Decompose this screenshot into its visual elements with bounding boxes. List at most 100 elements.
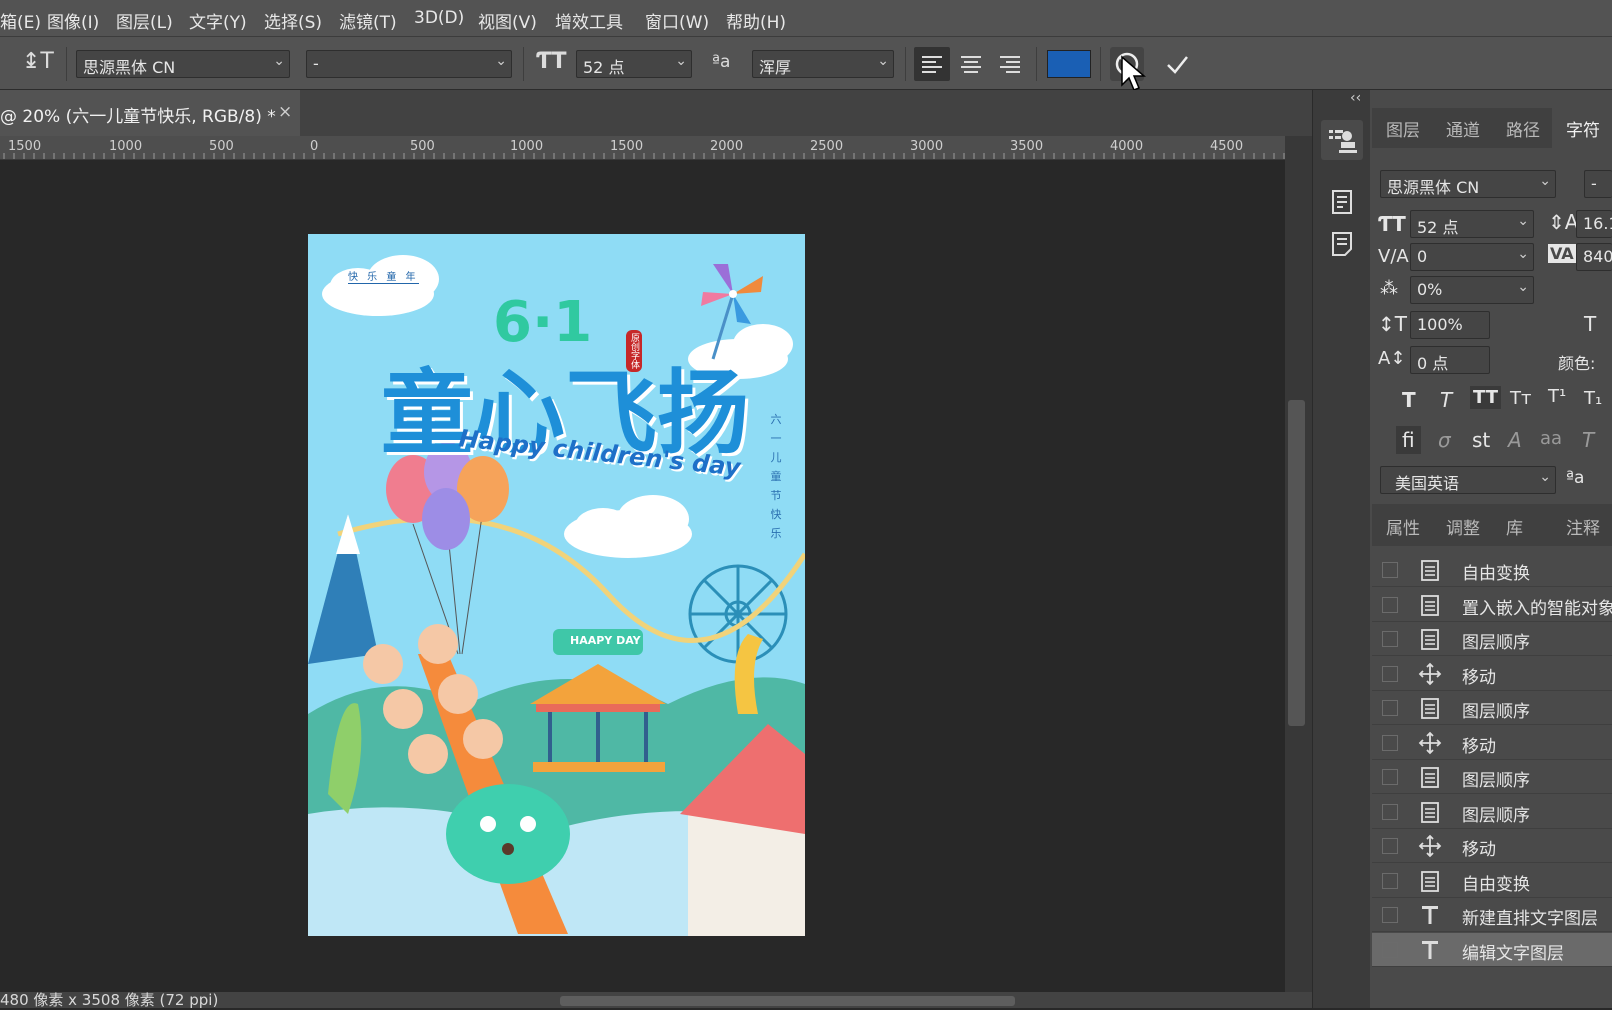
tool-presets-button[interactable] xyxy=(1321,120,1363,160)
tab-character[interactable]: 字符 xyxy=(1552,108,1612,148)
vertical-type-tool-icon[interactable]: ↨T xyxy=(22,49,54,74)
font-family-dropdown[interactable]: 思源黑体 CN ⌄ xyxy=(76,50,290,78)
char-size-dropdown[interactable]: 52 点 ⌄ xyxy=(1410,210,1534,238)
char-kerning-dropdown[interactable]: 0 ⌄ xyxy=(1410,243,1534,271)
history-snapshot-checkbox[interactable] xyxy=(1382,700,1398,716)
tab-notes[interactable]: 注释 xyxy=(1566,514,1600,539)
antialias-dropdown[interactable]: 浑厚 ⌄ xyxy=(752,50,894,78)
ruler-label: 4000 xyxy=(1110,139,1144,154)
char-leading-field[interactable]: 16.1 xyxy=(1576,210,1612,238)
history-row[interactable]: 移动 xyxy=(1372,656,1612,691)
font-style-dropdown[interactable]: - ⌄ xyxy=(306,50,512,78)
history-row[interactable]: 图层顺序 xyxy=(1372,622,1612,656)
ligatures-icon[interactable]: ﬁ xyxy=(1396,426,1421,454)
discretionary-ligatures-icon[interactable]: st xyxy=(1472,428,1490,452)
history-snapshot-checkbox[interactable] xyxy=(1382,838,1398,854)
history-row[interactable]: 图层顺序 xyxy=(1372,691,1612,725)
document-tab[interactable]: @ 20% (六一儿童节快乐, RGB/8) * × xyxy=(0,90,300,136)
language-dropdown[interactable]: 美国英语 ⌄ xyxy=(1380,466,1556,494)
menu-type[interactable]: 文字(Y) xyxy=(189,8,247,33)
faux-italic-icon[interactable]: T xyxy=(1440,388,1452,412)
history-row[interactable]: 图层顺序 xyxy=(1372,794,1612,829)
font-size-icon: ƬT xyxy=(1378,212,1406,236)
char-vscale-field[interactable]: 100% xyxy=(1410,311,1490,339)
history-row[interactable]: 自由变换 xyxy=(1372,553,1612,587)
commit-edit-button[interactable] xyxy=(1160,47,1194,81)
font-size-dropdown[interactable]: 52 点 ⌄ xyxy=(576,50,692,78)
char-vscale-value: 100% xyxy=(1417,315,1463,334)
char-font-style-dropdown[interactable]: - xyxy=(1584,170,1612,198)
close-icon[interactable]: × xyxy=(278,102,292,122)
char-tsume-dropdown[interactable]: 0% ⌄ xyxy=(1410,276,1534,304)
titling-icon[interactable]: T xyxy=(1582,428,1594,452)
stylistic-alternates-icon[interactable]: aa xyxy=(1540,428,1562,449)
history-row[interactable]: 移动 xyxy=(1372,725,1612,760)
history-snapshot-checkbox[interactable] xyxy=(1382,596,1398,613)
menu-layer[interactable]: 图层(L) xyxy=(116,8,173,33)
history-snapshot-checkbox[interactable] xyxy=(1382,665,1398,682)
history-row[interactable]: 自由变换 xyxy=(1372,863,1612,898)
history-step-icon xyxy=(1418,593,1442,622)
paragraph-panel-button[interactable] xyxy=(1321,185,1363,221)
tab-layers[interactable]: 图层 xyxy=(1386,116,1420,141)
tab-properties[interactable]: 属性 xyxy=(1386,514,1420,539)
history-snapshot-checkbox[interactable] xyxy=(1382,941,1398,958)
kerning-icon: V/A xyxy=(1378,246,1409,267)
history-row[interactable]: 新建直排文字图层 xyxy=(1372,898,1612,932)
poster-canvas[interactable]: 快 乐 童 年 6·1 童心飞扬 原创字体 Happy children's d… xyxy=(308,234,805,936)
history-snapshot-checkbox[interactable] xyxy=(1382,562,1398,578)
notes-panel-button[interactable] xyxy=(1321,227,1363,263)
collapse-panels-icon[interactable]: ‹‹ xyxy=(1350,90,1361,106)
text-color-swatch[interactable] xyxy=(1047,50,1091,78)
ruler-label: 1500 xyxy=(610,139,644,154)
scrollbar-thumb[interactable] xyxy=(1288,400,1305,726)
menu-edit[interactable]: 箱(E) xyxy=(0,8,41,33)
history-row[interactable]: 编辑文字图层 xyxy=(1372,932,1612,967)
menu-plugins[interactable]: 增效工具 xyxy=(555,8,623,33)
history-row[interactable]: 移动 xyxy=(1372,829,1612,863)
history-snapshot-checkbox[interactable] xyxy=(1382,631,1398,647)
move-icon xyxy=(1418,731,1442,760)
horizontal-scrollbar-thumb[interactable] xyxy=(560,996,1015,1006)
tab-paths[interactable]: 路径 xyxy=(1506,116,1540,141)
history-snapshot-checkbox[interactable] xyxy=(1382,872,1398,889)
superscript-icon[interactable]: T¹ xyxy=(1548,386,1566,407)
char-tracking-field[interactable]: 840 xyxy=(1576,243,1612,271)
poster-vertical-text[interactable]: 六 一 儿 童 节 快 乐 xyxy=(770,410,782,543)
history-row-label: 编辑文字图层 xyxy=(1462,943,1564,964)
history-row[interactable]: 图层顺序 xyxy=(1372,760,1612,794)
menu-view[interactable]: 视图(V) xyxy=(478,8,537,33)
history-snapshot-checkbox[interactable] xyxy=(1382,907,1398,923)
history-snapshot-checkbox[interactable] xyxy=(1382,734,1398,751)
swash-icon[interactable]: A xyxy=(1508,428,1522,452)
menu-window[interactable]: 窗口(W) xyxy=(645,8,709,33)
align-left-button[interactable] xyxy=(914,47,950,81)
subscript-icon[interactable]: T₁ xyxy=(1584,388,1602,409)
menu-image[interactable]: 图像(I) xyxy=(47,8,99,33)
vertical-scale-icon: ↕T xyxy=(1378,312,1407,336)
menu-3d[interactable]: 3D(D) xyxy=(414,8,464,28)
char-font-family-dropdown[interactable]: 思源黑体 CN ⌄ xyxy=(1380,170,1556,198)
history-snapshot-checkbox[interactable] xyxy=(1382,769,1398,785)
history-row-label: 自由变换 xyxy=(1462,874,1530,895)
menu-filter[interactable]: 滤镜(T) xyxy=(339,8,397,33)
chevron-down-icon: ⌄ xyxy=(1517,213,1529,229)
align-left-icon xyxy=(922,56,942,73)
ruler-label: 3000 xyxy=(910,139,944,154)
tab-adjustments[interactable]: 调整 xyxy=(1446,514,1480,539)
history-row[interactable]: 置入嵌入的智能对象 xyxy=(1372,587,1612,622)
all-caps-icon[interactable]: TT xyxy=(1470,386,1501,409)
small-caps-icon[interactable]: Tт xyxy=(1510,388,1531,409)
history-snapshot-checkbox[interactable] xyxy=(1382,803,1398,820)
align-right-button[interactable] xyxy=(992,47,1028,81)
menu-select[interactable]: 选择(S) xyxy=(264,8,322,33)
tab-channels[interactable]: 通道 xyxy=(1446,116,1480,141)
tab-libraries[interactable]: 库 xyxy=(1506,514,1523,539)
char-baseline-field[interactable]: 0 点 xyxy=(1410,346,1490,374)
align-center-button[interactable] xyxy=(953,47,989,81)
menu-help[interactable]: 帮助(H) xyxy=(726,8,786,33)
old-style-icon[interactable]: σ xyxy=(1438,428,1451,452)
faux-bold-icon[interactable]: T xyxy=(1402,388,1416,412)
poster-small-text[interactable]: 快 乐 童 年 xyxy=(348,268,419,284)
chevron-down-icon: ⌄ xyxy=(1539,469,1551,485)
